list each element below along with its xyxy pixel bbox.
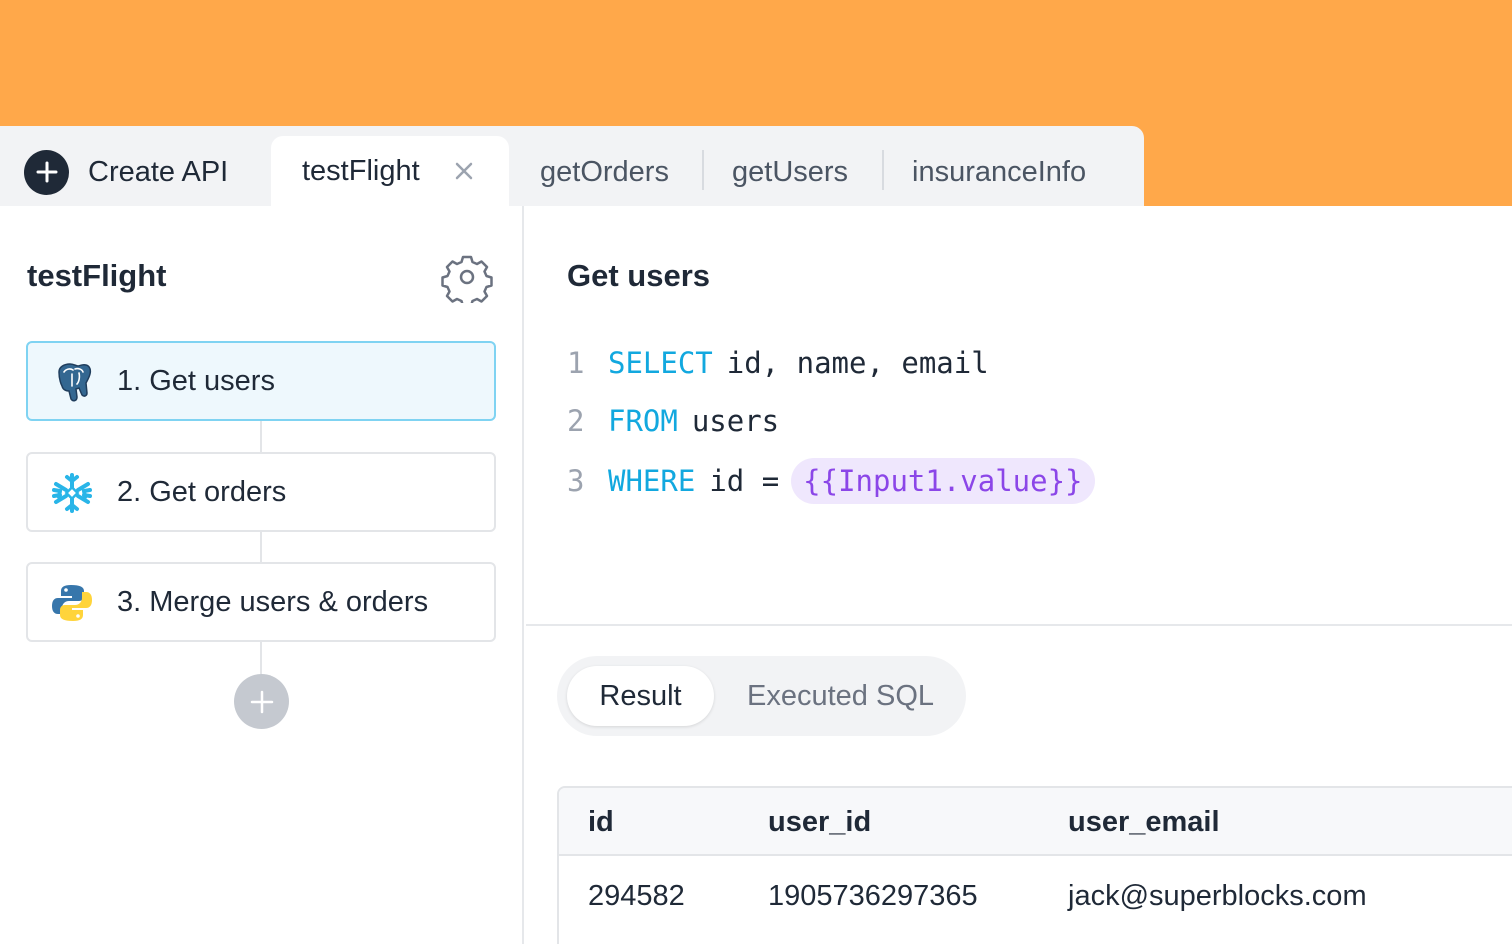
table-header: id user_id user_email <box>559 788 1512 856</box>
column-header[interactable]: user_id <box>768 806 871 839</box>
snowflake-icon <box>52 473 92 513</box>
step-label: 1. Get users <box>117 365 275 397</box>
result-tab[interactable]: Result <box>567 666 714 726</box>
step-connector <box>260 640 262 674</box>
line-number: 2 <box>567 404 585 438</box>
column-header[interactable]: user_email <box>1068 806 1220 839</box>
code-line[interactable]: 2 FROM users <box>567 396 779 446</box>
line-number: 3 <box>567 464 585 498</box>
binding-chip[interactable]: {{Input1.value}} <box>791 458 1095 504</box>
step-connector <box>260 420 262 452</box>
tab-label: testFlight <box>302 155 420 187</box>
create-api-label: Create API <box>88 155 229 188</box>
step-merge[interactable]: 3. Merge users & orders <box>26 562 496 642</box>
postgres-icon <box>58 363 92 402</box>
sql-text: users <box>691 404 780 438</box>
code-line[interactable]: 1 SELECT id, name, email <box>567 338 989 388</box>
plus-icon <box>250 690 273 713</box>
step-label: 2. Get orders <box>117 476 287 508</box>
table-cell: jack@superblocks.com <box>1068 880 1367 912</box>
sql-keyword: WHERE <box>608 464 696 498</box>
step-label: 3. Merge users & orders <box>117 586 429 618</box>
tab-divider <box>702 150 704 190</box>
sql-keyword: SELECT <box>608 346 713 380</box>
sql-text: id, name, email <box>726 346 989 380</box>
steps-sidebar: testFlight 1. Get users 2. Get orders 3.… <box>0 206 524 944</box>
add-step-button[interactable] <box>234 674 289 729</box>
plus-icon <box>24 149 69 195</box>
tab-bar: Create API testFlight getOrders getUsers… <box>0 126 1144 206</box>
api-title: testFlight <box>27 258 167 293</box>
table-cell: 294582 <box>588 880 685 912</box>
code-line[interactable]: 3 WHERE id = {{Input1.value}} <box>567 456 1095 506</box>
tab-insuranceinfo[interactable]: insuranceInfo <box>912 156 1086 189</box>
sql-text: id = <box>709 464 780 498</box>
result-table: id user_id user_email 294582 19057362973… <box>557 786 1512 944</box>
step-title: Get users <box>567 258 711 293</box>
python-icon <box>52 585 92 621</box>
sql-keyword: FROM <box>608 404 678 438</box>
line-number: 1 <box>567 346 585 380</box>
main-panel: testFlight 1. Get users 2. Get orders 3.… <box>0 206 1512 944</box>
tab-getusers[interactable]: getUsers <box>732 156 848 189</box>
step-get-orders[interactable]: 2. Get orders <box>26 452 496 532</box>
editor-divider <box>526 624 1512 626</box>
output-toggle: Result Executed SQL <box>557 656 966 736</box>
column-header[interactable]: id <box>588 806 614 839</box>
step-get-users[interactable]: 1. Get users <box>26 341 496 421</box>
close-icon[interactable] <box>453 160 475 182</box>
executed-sql-tab[interactable]: Executed SQL <box>747 680 934 713</box>
step-connector <box>260 530 262 562</box>
tab-testflight[interactable]: testFlight <box>271 136 509 206</box>
tab-getorders[interactable]: getOrders <box>540 156 669 189</box>
table-cell: 1905736297365 <box>768 880 978 912</box>
tab-divider <box>882 150 884 190</box>
create-api-button[interactable]: Create API <box>24 149 229 195</box>
gear-icon[interactable] <box>441 251 493 303</box>
